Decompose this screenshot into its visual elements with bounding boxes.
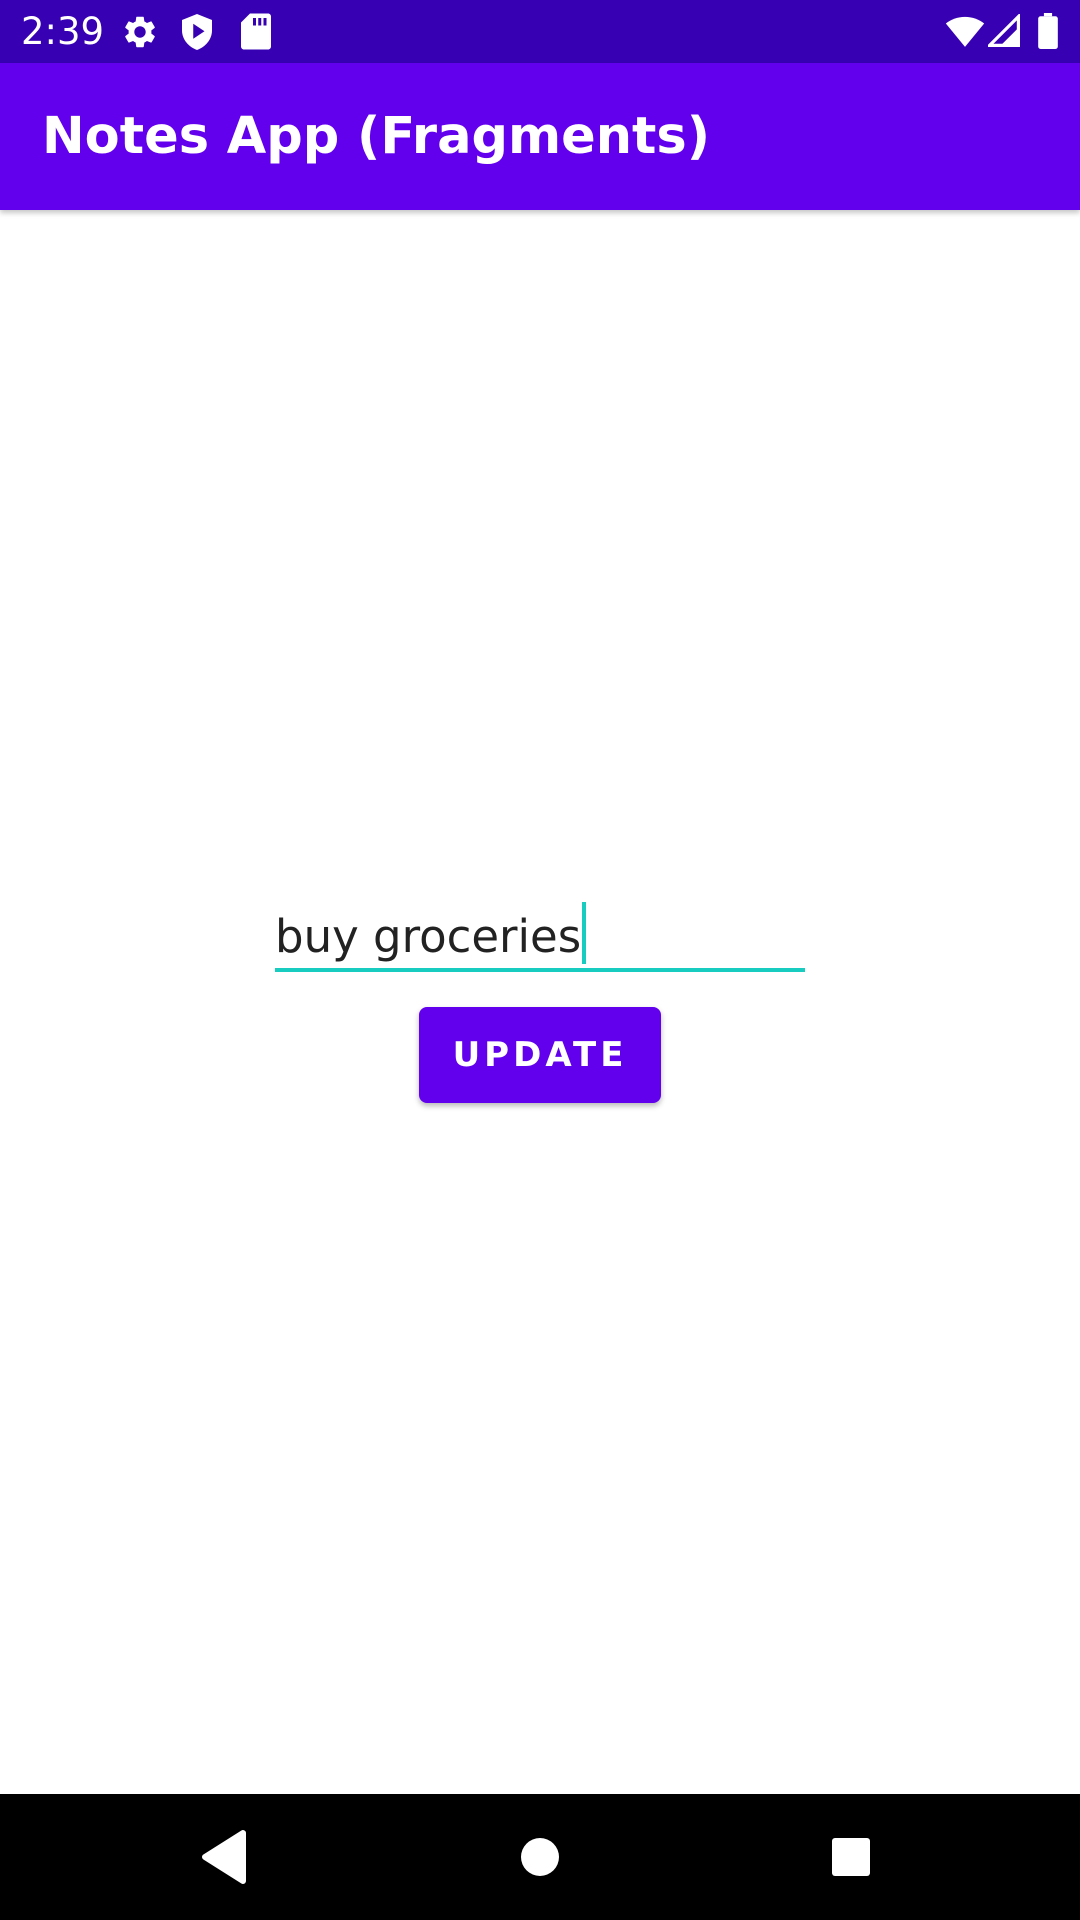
signal-icon: [985, 12, 1020, 53]
note-value: buy groceries: [275, 910, 582, 963]
status-time: 2:39: [21, 10, 105, 53]
gear-icon: [121, 13, 159, 56]
text-cursor: [582, 902, 587, 964]
back-button[interactable]: [155, 1794, 295, 1920]
back-icon: [202, 1830, 246, 1884]
battery-icon: [1038, 13, 1058, 54]
recents-icon: [832, 1838, 870, 1876]
recents-button[interactable]: [781, 1794, 921, 1920]
navigation-bar: [0, 1794, 1080, 1920]
note-input[interactable]: buy groceries: [275, 880, 805, 972]
status-bar: 2:39: [0, 0, 1080, 63]
wifi-icon: [945, 14, 985, 53]
home-icon: [521, 1838, 559, 1876]
home-button[interactable]: [470, 1794, 610, 1920]
app-title: Notes App (Fragments): [42, 107, 711, 166]
note-input-text[interactable]: buy groceries: [275, 902, 587, 964]
update-button[interactable]: UPDATE: [419, 1007, 661, 1103]
sd-card-icon: [241, 13, 271, 55]
play-shield-icon: [179, 12, 215, 57]
app-bar: Notes App (Fragments): [0, 63, 1080, 210]
